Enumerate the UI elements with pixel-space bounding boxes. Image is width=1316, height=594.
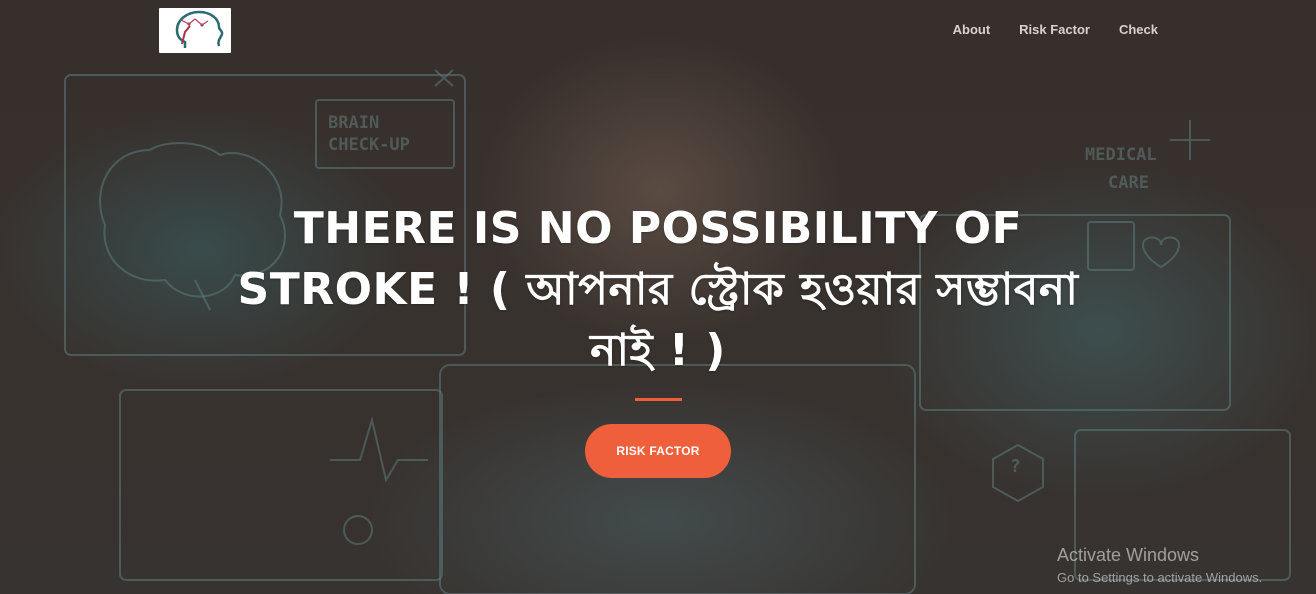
head-brain-logo-icon xyxy=(175,10,224,48)
nav-link-check[interactable]: Check xyxy=(1119,22,1158,37)
windows-activation-watermark: Activate Windows Go to Settings to activ… xyxy=(1057,545,1262,585)
watermark-title: Activate Windows xyxy=(1057,545,1200,565)
nav-link-risk-factor[interactable]: Risk Factor xyxy=(1019,22,1090,37)
nav-link-about[interactable]: About xyxy=(953,22,991,37)
hero-headline: THERE IS NO POSSIBILITY OF STROKE ! ( আপ… xyxy=(237,203,1079,376)
brand-logo[interactable] xyxy=(159,8,231,53)
navbar: About Risk Factor Check xyxy=(0,0,1316,60)
hero-section: THERE IS NO POSSIBILITY OF STROKE ! ( আপ… xyxy=(200,198,1116,381)
nav-menu: About Risk Factor Check xyxy=(953,22,1158,37)
watermark-subtitle: Go to Settings to activate Windows. xyxy=(1057,570,1263,585)
hero-divider xyxy=(635,398,682,401)
risk-factor-button[interactable]: RISK FACTOR xyxy=(585,424,731,478)
